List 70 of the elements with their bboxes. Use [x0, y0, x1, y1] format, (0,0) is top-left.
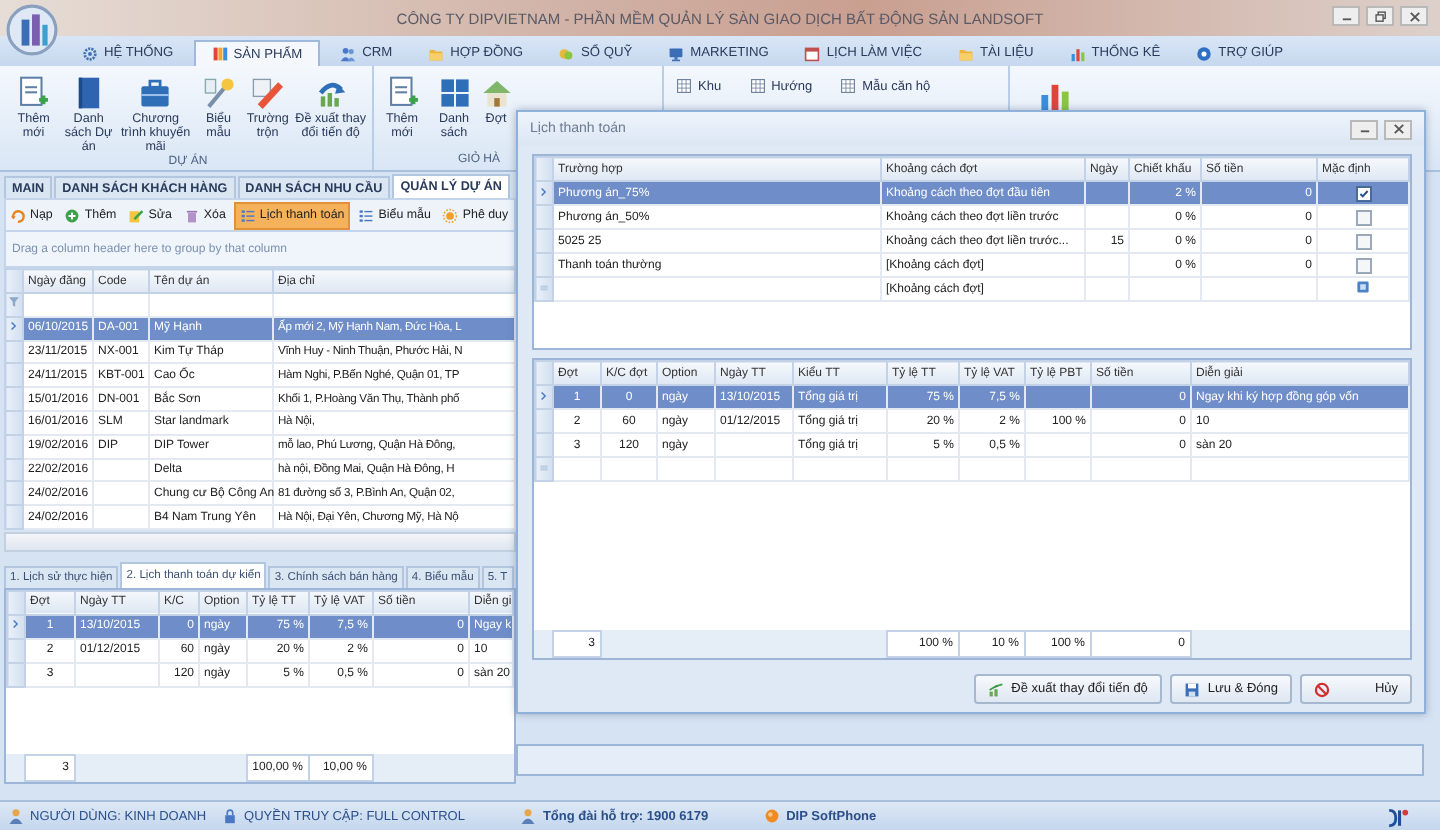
- row-header: [5, 410, 23, 435]
- logo-icon: [1384, 805, 1412, 827]
- person-icon: [520, 808, 537, 824]
- checkbox[interactable]: [1355, 209, 1371, 225]
- plus-icon: [64, 207, 81, 223]
- row-header: [5, 458, 23, 482]
- minimize-button[interactable]: [1332, 6, 1360, 26]
- row-header: [535, 229, 553, 253]
- chevron-icon: [538, 185, 550, 197]
- bar-chart-icon: [1069, 45, 1086, 61]
- new-row-icon: [538, 281, 550, 293]
- close-button[interactable]: [1384, 119, 1412, 139]
- square-icon[interactable]: [1356, 280, 1370, 294]
- table-icon: [676, 78, 692, 94]
- row-header: [535, 433, 553, 457]
- list-icon: [358, 207, 375, 223]
- close-icon: [1391, 122, 1405, 136]
- horizontal-scrollbar[interactable]: [4, 531, 516, 552]
- people-icon: [340, 45, 357, 61]
- checkbox[interactable]: [1355, 185, 1371, 201]
- close-button[interactable]: [1400, 6, 1428, 26]
- folder-icon: [957, 45, 974, 61]
- row-header: [5, 363, 23, 388]
- pencil-icon: [250, 76, 285, 110]
- calendar-icon: [804, 45, 821, 61]
- trend-icon: [987, 681, 1004, 697]
- monitor-icon: [668, 45, 685, 61]
- chevron-icon: [538, 389, 550, 401]
- row-header: [5, 434, 23, 459]
- grid-icon: [211, 46, 228, 62]
- table-icon: [749, 78, 766, 94]
- ball-icon: [764, 808, 781, 824]
- person-icon: [8, 808, 24, 824]
- trash-icon: [183, 207, 200, 223]
- lock-icon: [222, 808, 239, 824]
- chevron-icon: [10, 618, 22, 631]
- briefcase-icon: [138, 76, 173, 110]
- row-header: [535, 205, 553, 229]
- checkbox[interactable]: [1355, 257, 1371, 273]
- edit-icon: [128, 207, 145, 223]
- row-header: [5, 387, 23, 411]
- house-icon: [479, 76, 513, 110]
- wand-icon: [201, 76, 236, 110]
- table-icon: [840, 78, 857, 94]
- checkbox[interactable]: [1355, 233, 1371, 249]
- row-header: [5, 340, 23, 364]
- filter-icon[interactable]: [8, 296, 20, 309]
- document-icon: [385, 76, 419, 110]
- cancel-icon: [1314, 681, 1330, 697]
- row-header: [535, 253, 553, 277]
- row-header: [5, 505, 23, 529]
- sun-icon: [442, 207, 459, 223]
- list-icon: [239, 207, 256, 223]
- help-icon: [1196, 45, 1213, 61]
- save-icon: [1183, 681, 1200, 697]
- close-icon: [1407, 9, 1421, 23]
- gear-icon: [82, 45, 98, 61]
- folder-icon: [428, 45, 445, 61]
- row-header: [7, 662, 25, 687]
- row-header: [5, 481, 23, 506]
- window-icon: [437, 76, 471, 110]
- refresh-icon: [10, 207, 26, 223]
- chevron-icon: [8, 320, 20, 333]
- row-header: [7, 638, 25, 663]
- minimize-button[interactable]: [1350, 119, 1378, 139]
- restore-icon: [1373, 9, 1387, 23]
- row-header: [535, 409, 553, 433]
- new-row-icon: [538, 461, 550, 473]
- document-icon: [16, 76, 51, 110]
- restore-button[interactable]: [1366, 6, 1394, 26]
